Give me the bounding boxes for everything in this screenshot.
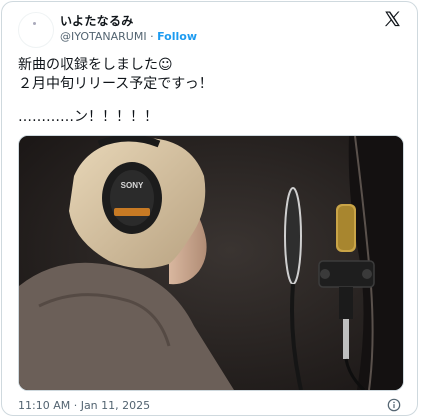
separator-dot: · [150, 30, 154, 43]
author-display-name[interactable]: いよたなるみ [60, 12, 134, 29]
follow-button[interactable]: Follow [157, 30, 197, 43]
avatar[interactable] [18, 12, 54, 48]
recording-photo-illustration: SONY [19, 136, 403, 390]
tweet-line-2: ２月中旬リリース予定ですっ！ [18, 76, 213, 92]
tweet-text: 新曲の収録をしました☺ ２月中旬リリース予定ですっ！ …………ン！！！！！ [18, 56, 403, 127]
x-logo-icon[interactable] [383, 10, 401, 28]
tweet-line-1: 新曲の収録をしました☺ [18, 57, 173, 73]
headphone-brand-label: SONY [121, 181, 144, 190]
tweet-line-3: …………ン！！！！！ [18, 109, 158, 125]
author-handle[interactable]: @IYOTANARUMI [60, 30, 147, 43]
tweet-card: いよたなるみ @IYOTANARUMI · Follow 新曲の収録をしました☺… [1, 1, 418, 416]
info-icon[interactable] [387, 398, 401, 412]
tweet-timestamp[interactable]: 11:10 AM · Jan 11, 2025 [18, 399, 150, 412]
author-handle-row: @IYOTANARUMI · Follow [60, 30, 197, 43]
tweet-photo[interactable]: SONY [18, 135, 404, 391]
